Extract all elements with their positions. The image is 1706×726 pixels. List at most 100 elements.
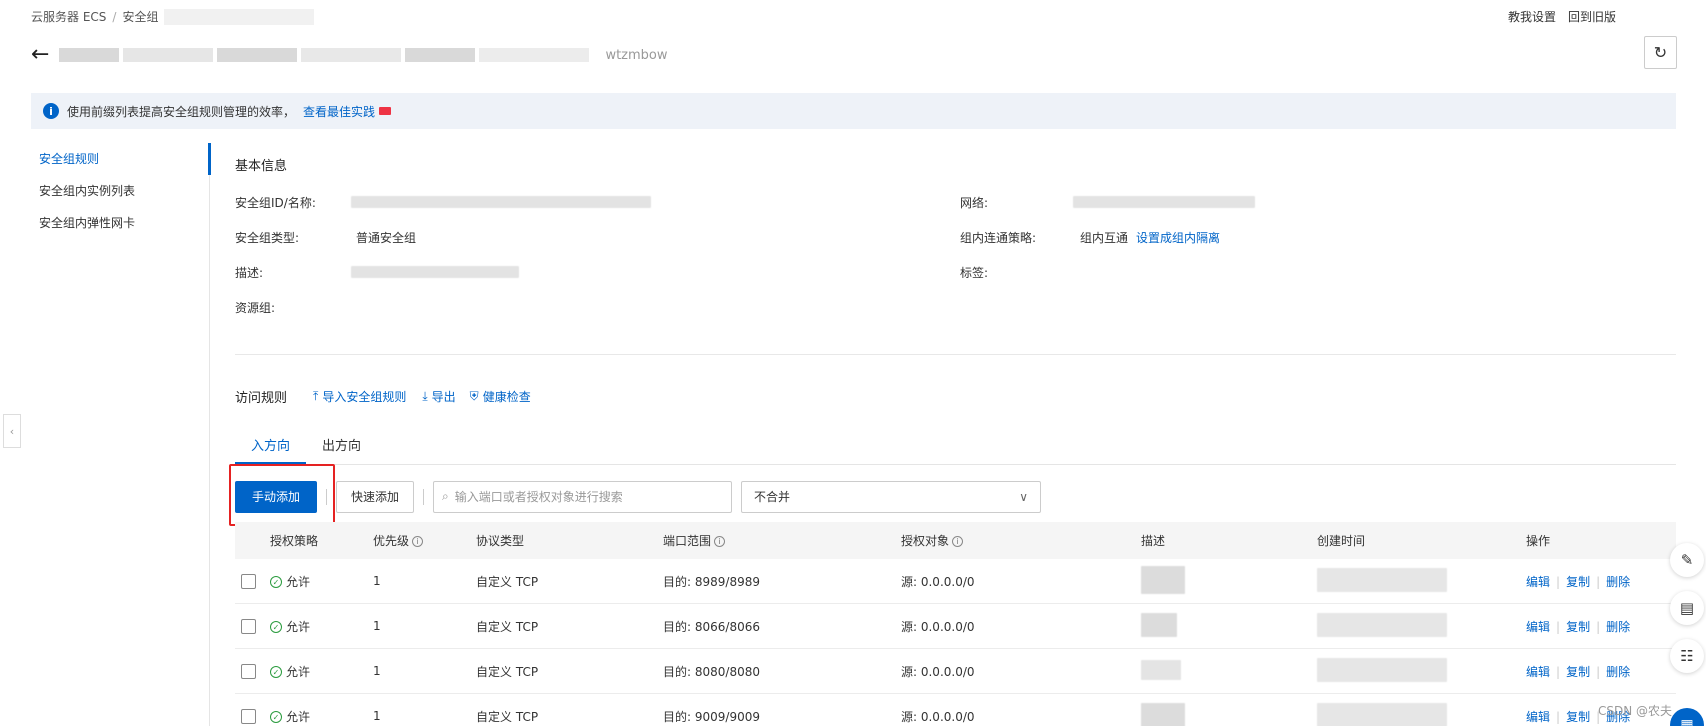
rules-title: 访问规则 — [235, 391, 288, 406]
policy-value-text: 组内互通 — [1080, 231, 1129, 245]
best-practice-link[interactable]: 查看最佳实践 — [303, 103, 375, 120]
merge-select[interactable]: 不合并 ∨ — [741, 480, 1042, 513]
copy-link[interactable]: 复制 — [1566, 620, 1590, 634]
breadcrumb-separator: / — [112, 9, 117, 24]
grid-icon: ▦ — [1680, 717, 1694, 726]
help-icon[interactable]: i — [952, 536, 964, 547]
toolbar-separator — [423, 488, 425, 505]
policy-value: 组内互通 设置成组内隔离 — [1080, 229, 1220, 246]
sg-type-label: 安全组类型: — [235, 231, 300, 245]
old-version-link[interactable]: 回到旧版 — [1568, 8, 1616, 25]
docs-button[interactable]: ▤ — [1670, 591, 1704, 625]
highlight-box — [229, 464, 335, 526]
breadcrumb-security-group[interactable]: 安全组 — [122, 8, 158, 25]
chat-icon: ☷ — [1680, 647, 1694, 665]
edit-link[interactable]: 编辑 — [1526, 575, 1550, 589]
network-label: 网络: — [960, 196, 989, 210]
copy-link[interactable]: 复制 — [1566, 575, 1590, 589]
tutorial-link[interactable]: 教我设置 — [1508, 8, 1556, 25]
policy-cell: ✓ 允许 — [270, 708, 373, 725]
created-cell-masked — [1317, 612, 1526, 640]
action-separator: | — [1556, 709, 1561, 724]
delete-link[interactable]: 删除 — [1606, 620, 1630, 634]
section-divider — [235, 354, 1676, 355]
copy-link[interactable]: 复制 — [1566, 710, 1590, 724]
description-value-masked — [351, 266, 519, 281]
check-circle-icon: ✓ — [270, 711, 282, 723]
tab-inbound[interactable]: 入方向 — [235, 427, 307, 464]
title-row: ← wtzmbow — [31, 44, 668, 66]
created-cell-masked — [1317, 702, 1526, 726]
import-rules-label: 导入安全组规则 — [322, 390, 407, 404]
book-icon: ▤ — [1679, 599, 1695, 617]
health-check-button[interactable]: ⛨ 健康检查 — [470, 388, 531, 405]
watermark: CSDN @农夫 — [1598, 704, 1673, 718]
sidebar-item-eni[interactable]: 安全组内弹性网卡 — [31, 207, 211, 239]
search-box: ⌕ — [433, 480, 733, 513]
add-quick-button[interactable]: 快速添加 — [336, 480, 415, 513]
delete-link[interactable]: 删除 — [1606, 665, 1630, 679]
policy-value: 允许 — [286, 709, 311, 724]
network-value-masked — [1073, 196, 1255, 211]
port-cell: 目的: 8989/8989 — [663, 574, 760, 589]
sidebar-item-instances[interactable]: 安全组内实例列表 — [31, 175, 211, 207]
actions-cell: 编辑 | 复制 | 删除 — [1526, 573, 1676, 590]
back-arrow-icon[interactable]: ← — [31, 44, 49, 66]
edit-link[interactable]: 编辑 — [1526, 620, 1550, 634]
pencil-icon: ✎ — [1680, 551, 1694, 569]
sg-id-value-masked — [351, 196, 651, 211]
edit-link[interactable]: 编辑 — [1526, 665, 1550, 679]
shield-check-icon: ⛨ — [469, 389, 479, 403]
col-header-port-label: 端口范围 — [663, 534, 712, 548]
sidebar-divider — [209, 143, 210, 726]
actions-cell: 编辑 | 复制 | 删除 — [1526, 618, 1676, 635]
info-banner: i 使用前缀列表提高安全组规则管理的效率， 查看最佳实践 — [31, 93, 1676, 129]
delete-link[interactable]: 删除 — [1606, 575, 1630, 589]
help-icon[interactable]: i — [714, 536, 726, 547]
port-cell: 目的: 9009/9009 — [663, 709, 760, 724]
col-header-policy: 授权策略 — [270, 534, 319, 548]
sidebar-item-rules[interactable]: 安全组规则 — [31, 143, 211, 175]
row-checkbox-cell — [235, 573, 270, 589]
rules-table: 授权策略 优先级 i 协议类型 端口范围 i 授权对象 i 描述 创建时间 操作 ✓ 允… — [235, 522, 1676, 726]
priority-cell: 1 — [373, 709, 381, 723]
rules-toolbar: 手动添加 快速添加 ⌕ 不合并 ∨ — [235, 480, 1042, 513]
help-icon[interactable]: i — [412, 536, 424, 547]
direction-tabs: 入方向 出方向 — [235, 427, 1676, 465]
edit-link[interactable]: 编辑 — [1526, 710, 1550, 724]
info-icon: i — [43, 103, 59, 119]
copy-link[interactable]: 复制 — [1566, 665, 1590, 679]
collapse-sidebar-button[interactable]: ‹ — [3, 414, 21, 448]
sg-type-value: 普通安全组 — [356, 231, 417, 245]
row-checkbox[interactable] — [241, 573, 256, 589]
set-isolation-link[interactable]: 设置成组内隔离 — [1136, 231, 1220, 245]
actions-cell: 编辑 | 复制 | 删除 — [1526, 663, 1676, 680]
action-separator: | — [1596, 574, 1601, 589]
created-cell-masked — [1317, 567, 1526, 595]
breadcrumb-masked — [164, 8, 315, 25]
action-separator: | — [1556, 619, 1561, 634]
row-checkbox[interactable] — [241, 618, 256, 634]
row-checkbox[interactable] — [241, 708, 256, 724]
import-rules-button[interactable]: ⤒ 导入安全组规则 — [313, 388, 406, 405]
protocol-cell: 自定义 TCP — [476, 574, 539, 589]
col-header-priority: 优先级 i — [373, 532, 476, 549]
table-row: ✓ 允许 1 自定义 TCP 目的: 8989/8989 源: 0.0.0.0/0… — [235, 559, 1676, 604]
col-header-object: 授权对象 i — [901, 532, 1141, 549]
row-checkbox[interactable] — [241, 663, 256, 679]
tab-outbound[interactable]: 出方向 — [306, 427, 377, 464]
resource-group-label: 资源组: — [235, 301, 276, 315]
chevron-left-icon: ‹ — [9, 424, 15, 438]
download-icon: ⤓ — [422, 389, 428, 403]
action-separator: | — [1556, 574, 1561, 589]
port-cell: 目的: 8080/8080 — [663, 664, 760, 679]
chat-button[interactable]: ☷ — [1670, 639, 1704, 673]
search-input[interactable] — [454, 489, 715, 504]
check-circle-icon: ✓ — [270, 576, 282, 588]
breadcrumb-ecs[interactable]: 云服务器 ECS — [31, 8, 106, 25]
port-cell: 目的: 8066/8066 — [663, 619, 760, 634]
header-links: 教我设置 回到旧版 — [1508, 8, 1616, 25]
refresh-button[interactable]: ↻ — [1644, 36, 1677, 69]
export-button[interactable]: ⤓ 导出 — [422, 388, 455, 405]
edit-feedback-button[interactable]: ✎ — [1670, 543, 1704, 577]
